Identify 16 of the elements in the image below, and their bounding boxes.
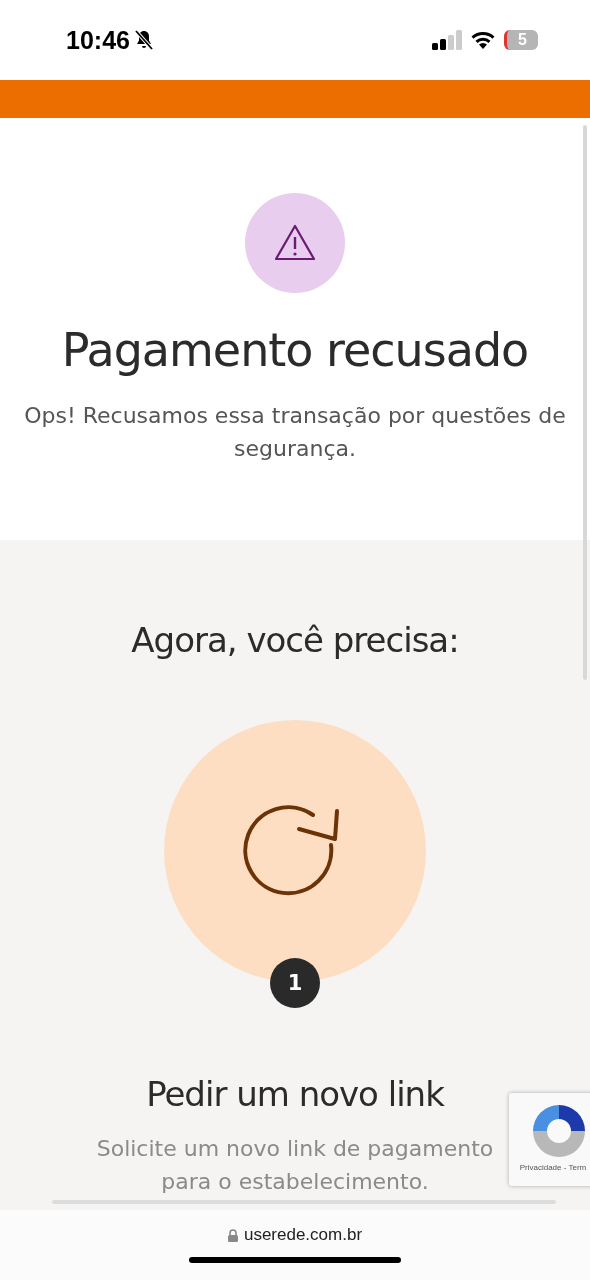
wifi-icon	[470, 30, 496, 50]
step-title: Pedir um novo link	[146, 1074, 444, 1114]
step-description: Solicite um novo link de pagamento para o estabelecimento.	[95, 1135, 495, 1196]
signal-icon	[432, 30, 462, 50]
section-heading: Agora, você precisa:	[131, 620, 459, 660]
muted-bell-icon	[133, 29, 154, 51]
recaptcha-links: Privacidade - Term	[519, 1163, 587, 1172]
step-number: 1	[270, 958, 320, 1008]
url-text[interactable]: userede.com.br	[243, 1225, 363, 1245]
result-title: Pagamento recusado	[61, 323, 529, 377]
result-message: Ops! Recusamos essa transação por questões de segurança.	[23, 402, 567, 463]
battery-level: 5	[504, 30, 538, 50]
lock-icon	[227, 1228, 238, 1242]
recaptcha-badge[interactable]: Privacidade - Term	[509, 1093, 590, 1186]
clock-time: 10:46	[66, 25, 130, 55]
recaptcha-icon	[531, 1103, 587, 1159]
